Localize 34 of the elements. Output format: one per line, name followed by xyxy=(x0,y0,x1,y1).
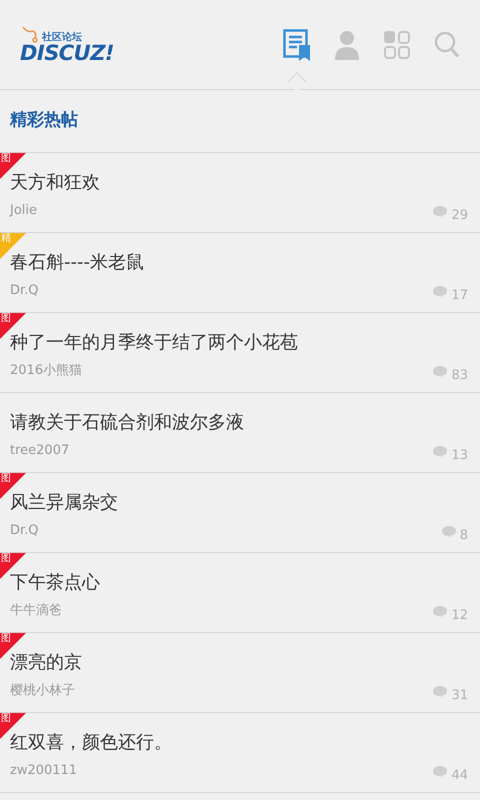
grid-icon xyxy=(383,30,411,60)
reply-count: 29 xyxy=(451,209,468,222)
thread-author: Jolie xyxy=(10,202,38,220)
comment-icon xyxy=(442,526,456,538)
thread-author: tree2007 xyxy=(10,442,70,460)
logo-icon xyxy=(22,26,38,42)
thread-author: 樱桃小林子 xyxy=(10,682,76,700)
comment-icon xyxy=(433,206,448,218)
user-icon xyxy=(335,30,359,60)
thread-author: Dr.Q xyxy=(10,282,40,300)
logo-text: DISCUZ! xyxy=(20,42,114,64)
thread-title[interactable]: 请教关于石硫合剂和波尔多液 xyxy=(10,410,244,436)
reply-count: 17 xyxy=(451,289,468,302)
reply-count: 44 xyxy=(451,769,468,782)
reply-count: 13 xyxy=(451,449,468,462)
logo-subtitle: 社区论坛 xyxy=(42,32,82,42)
thread-author: 牛牛滴爸 xyxy=(10,602,63,620)
reply-count: 31 xyxy=(451,689,468,702)
search-icon xyxy=(434,30,460,58)
comment-icon xyxy=(433,446,448,458)
section-title: 精彩热帖 xyxy=(10,109,78,132)
nav-tab[interactable] xyxy=(282,28,312,62)
thread-author: Dr.Q xyxy=(10,522,40,540)
thread-author: zw200111 xyxy=(10,762,78,780)
comment-icon xyxy=(433,686,448,698)
comment-icon xyxy=(433,766,448,778)
comment-icon xyxy=(433,286,448,298)
reply-count: 8 xyxy=(460,529,468,542)
comment-icon xyxy=(433,366,448,378)
thread-author: 2016小熊猫 xyxy=(10,362,84,380)
document-icon xyxy=(283,28,311,60)
reply-count: 12 xyxy=(451,609,468,622)
reply-count: 83 xyxy=(451,369,468,382)
comment-icon xyxy=(433,606,448,618)
